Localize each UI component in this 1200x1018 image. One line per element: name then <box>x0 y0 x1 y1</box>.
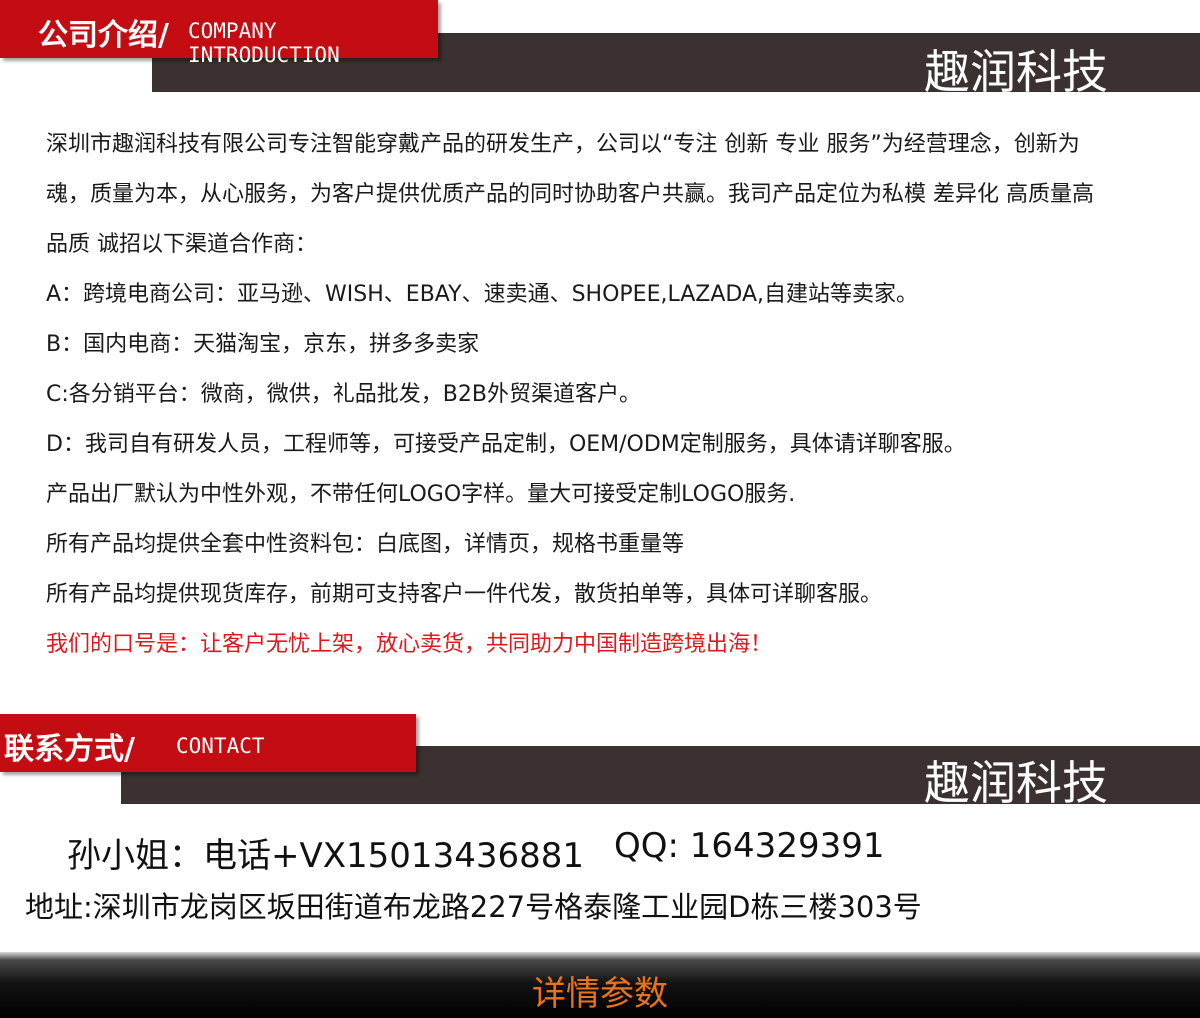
intro-title-tag: 公司介绍/ COMPANY INTRODUCTION <box>0 0 438 67</box>
contact-address: 地址:深圳市龙岗区坂田街道布龙路227号格泰隆工业园D栋三楼303号 <box>25 890 922 924</box>
channel-item: B：国内电商：天猫淘宝，京东，拼多多卖家 <box>46 332 480 357</box>
intro-paragraph-line: 深圳市趣润科技有限公司专注智能穿戴产品的研发生产，公司以“专注 创新 专业 服务… <box>46 132 1080 157</box>
channel-item: D：我司自有研发人员，工程师等，可接受产品定制，OEM/ODM定制服务，具体请详… <box>46 432 966 457</box>
channel-item: A：跨境电商公司：亚马逊、WISH、EBAY、速卖通、SHOPEE,LAZADA… <box>46 282 918 307</box>
contact-title-en: CONTACT <box>176 734 265 758</box>
slogan: 我们的口号是：让客户无忧上架，放心卖货，共同助力中国制造跨境出海！ <box>46 632 773 657</box>
footer-bar: 详情参数 <box>0 952 1200 1018</box>
contact-brand: 趣润科技 <box>924 756 1108 810</box>
intro-title-en: COMPANY INTRODUCTION <box>188 19 340 67</box>
intro-paragraph-line: 魂，质量为本，从心服务，为客户提供优质产品的同时协助客户共赢。我司产品定位为私模… <box>46 182 1094 207</box>
contact-title-tag: 联系方式/ CONTACT <box>0 714 416 772</box>
contact-person-phone: 孙小姐：电话+VX15013436881 <box>67 836 584 876</box>
contact-title-cn: 联系方式/ <box>4 732 135 767</box>
footer-title: 详情参数 <box>532 974 668 1014</box>
channel-item: C:各分销平台：微商，微供，礼品批发，B2B外贸渠道客户。 <box>46 382 641 407</box>
intro-paragraph-line: 品质 诚招以下渠道合作商： <box>46 232 317 257</box>
contact-qq: QQ: 164329391 <box>614 826 885 866</box>
intro-brand: 趣润科技 <box>924 45 1108 99</box>
note-line: 所有产品均提供现货库存，前期可支持客户一件代发，散货拍单等，具体可详聊客服。 <box>46 582 883 607</box>
note-line: 产品出厂默认为中性外观，不带任何LOGO字样。量大可接受定制LOGO服务. <box>46 482 796 507</box>
intro-title-cn: 公司介绍/ <box>38 18 169 53</box>
note-line: 所有产品均提供全套中性资料包：白底图，详情页，规格书重量等 <box>46 532 685 557</box>
